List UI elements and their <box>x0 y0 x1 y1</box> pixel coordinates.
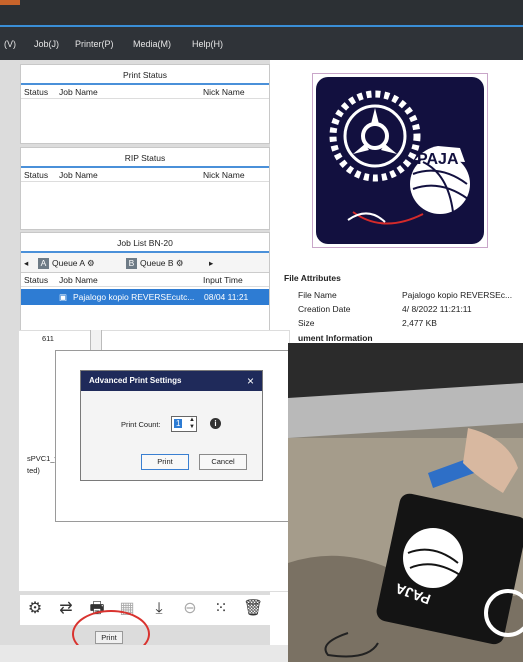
col-input-time[interactable]: Input Time <box>203 275 243 285</box>
rip-status-panel: RIP Status Status Job Name Nick Name <box>20 147 270 230</box>
close-icon[interactable]: × <box>247 371 254 391</box>
print-count-value[interactable]: 1 <box>174 419 183 428</box>
print-count-label: Print Count: <box>121 420 161 429</box>
print-status-title: Print Status <box>21 65 269 85</box>
stepper-arrows-icon[interactable]: ▲ ▼ <box>189 417 195 431</box>
menu-job[interactable]: Job(J) <box>34 39 59 49</box>
menu-media[interactable]: Media(M) <box>133 39 171 49</box>
attr-label-size: Size <box>298 318 315 328</box>
queue-a-badge: A <box>38 258 49 269</box>
advanced-print-settings-dialog: Advanced Print Settings × Print Count: 1… <box>80 370 263 481</box>
col-job-name[interactable]: Job Name <box>59 170 98 180</box>
col-status[interactable]: Status <box>24 275 48 285</box>
document-information-heading: ument Information <box>298 333 373 343</box>
attr-label-date: Creation Date <box>298 304 351 314</box>
tab-queue-a[interactable]: A Queue A ⚙ <box>38 258 95 269</box>
job-list-title: Job List BN-20 <box>21 233 269 253</box>
status-strip <box>0 645 290 662</box>
attr-value-size: 2,477 KB <box>402 318 437 328</box>
queue-tabs: ◂ A Queue A ⚙ B Queue B ⚙ ▸ <box>21 253 269 273</box>
queue-b-badge: B <box>126 258 137 269</box>
job-list-panel: Job List BN-20 ◂ A Queue A ⚙ B Queue B ⚙ ▸… <box>20 232 270 332</box>
menu-view[interactable]: (V) <box>4 39 16 49</box>
print-status-header: Status Job Name Nick Name <box>21 85 269 99</box>
col-job-name[interactable]: Job Name <box>59 275 98 285</box>
download-icon[interactable]: ⤓ <box>150 600 168 618</box>
col-job-name[interactable]: Job Name <box>59 87 98 97</box>
plotter-photo-image: PAJA <box>288 343 523 662</box>
cancel-button[interactable]: Cancel <box>199 454 247 470</box>
stop-icon[interactable]: ⊖ <box>181 600 199 618</box>
tab-scroll-left-icon[interactable]: ◂ <box>24 258 28 269</box>
job-row-time: 08/04 11:21 <box>204 292 249 302</box>
plotter-photo: PAJA <box>288 343 523 662</box>
attr-label-filename: File Name <box>298 290 337 300</box>
queue-a-label: Queue A <box>52 258 85 268</box>
file-attributes-title: File Attributes <box>284 273 341 283</box>
spinner-icon[interactable]: ⁙ <box>212 600 230 618</box>
dialog-title: Advanced Print Settings × <box>81 371 262 391</box>
col-nick-name[interactable]: Nick Name <box>203 87 245 97</box>
logo-text: PAJA <box>417 151 459 168</box>
window-titlebar <box>0 0 523 27</box>
info-icon[interactable]: i <box>210 418 221 429</box>
menu-printer[interactable]: Printer(P) <box>75 39 114 49</box>
job-preview-thumbnail: PAJA <box>312 73 488 248</box>
print-status-panel: Print Status Status Job Name Nick Name <box>20 64 270 144</box>
print-count-stepper[interactable]: 1 ▲ ▼ <box>171 416 197 432</box>
tab-scroll-right-icon[interactable]: ▸ <box>209 258 213 269</box>
col-nick-name[interactable]: Nick Name <box>203 170 245 180</box>
dialog-title-text: Advanced Print Settings <box>89 376 182 385</box>
job-file-icon: ▣ <box>59 292 68 302</box>
bg-fragment-3: ted) <box>27 466 40 475</box>
paja-logo: PAJA <box>316 77 484 244</box>
app-accent <box>0 0 20 5</box>
col-status[interactable]: Status <box>24 170 48 180</box>
rip-status-title: RIP Status <box>21 148 269 168</box>
gear-icon[interactable]: ⚙ <box>26 600 44 618</box>
job-row-name: Pajalogo kopio REVERSEcutc... <box>73 292 195 302</box>
attr-value-date: 4/ 8/2022 11:21:11 <box>402 304 472 314</box>
trash-icon[interactable]: 🗑 <box>243 600 263 618</box>
attr-value-filename: Pajalogo kopio REVERSEc... <box>402 290 513 300</box>
refresh-icon[interactable]: ⇄ <box>57 600 75 618</box>
col-status[interactable]: Status <box>24 87 48 97</box>
bg-fragment-1: 611 <box>42 334 54 343</box>
menu-help[interactable]: Help(H) <box>192 39 223 49</box>
job-row-selected[interactable]: ▣ Pajalogo kopio REVERSEcutc... 08/04 11… <box>21 289 269 305</box>
job-list-header: Status Job Name Input Time <box>21 273 269 287</box>
tab-queue-b[interactable]: B Queue B ⚙ <box>126 258 184 269</box>
rip-status-header: Status Job Name Nick Name <box>21 168 269 182</box>
menu-bar: (V) Job(J) Printer(P) Media(M) Help(H) <box>0 27 523 60</box>
print-button[interactable]: Print <box>141 454 189 470</box>
queue-b-label: Queue B <box>140 258 174 268</box>
